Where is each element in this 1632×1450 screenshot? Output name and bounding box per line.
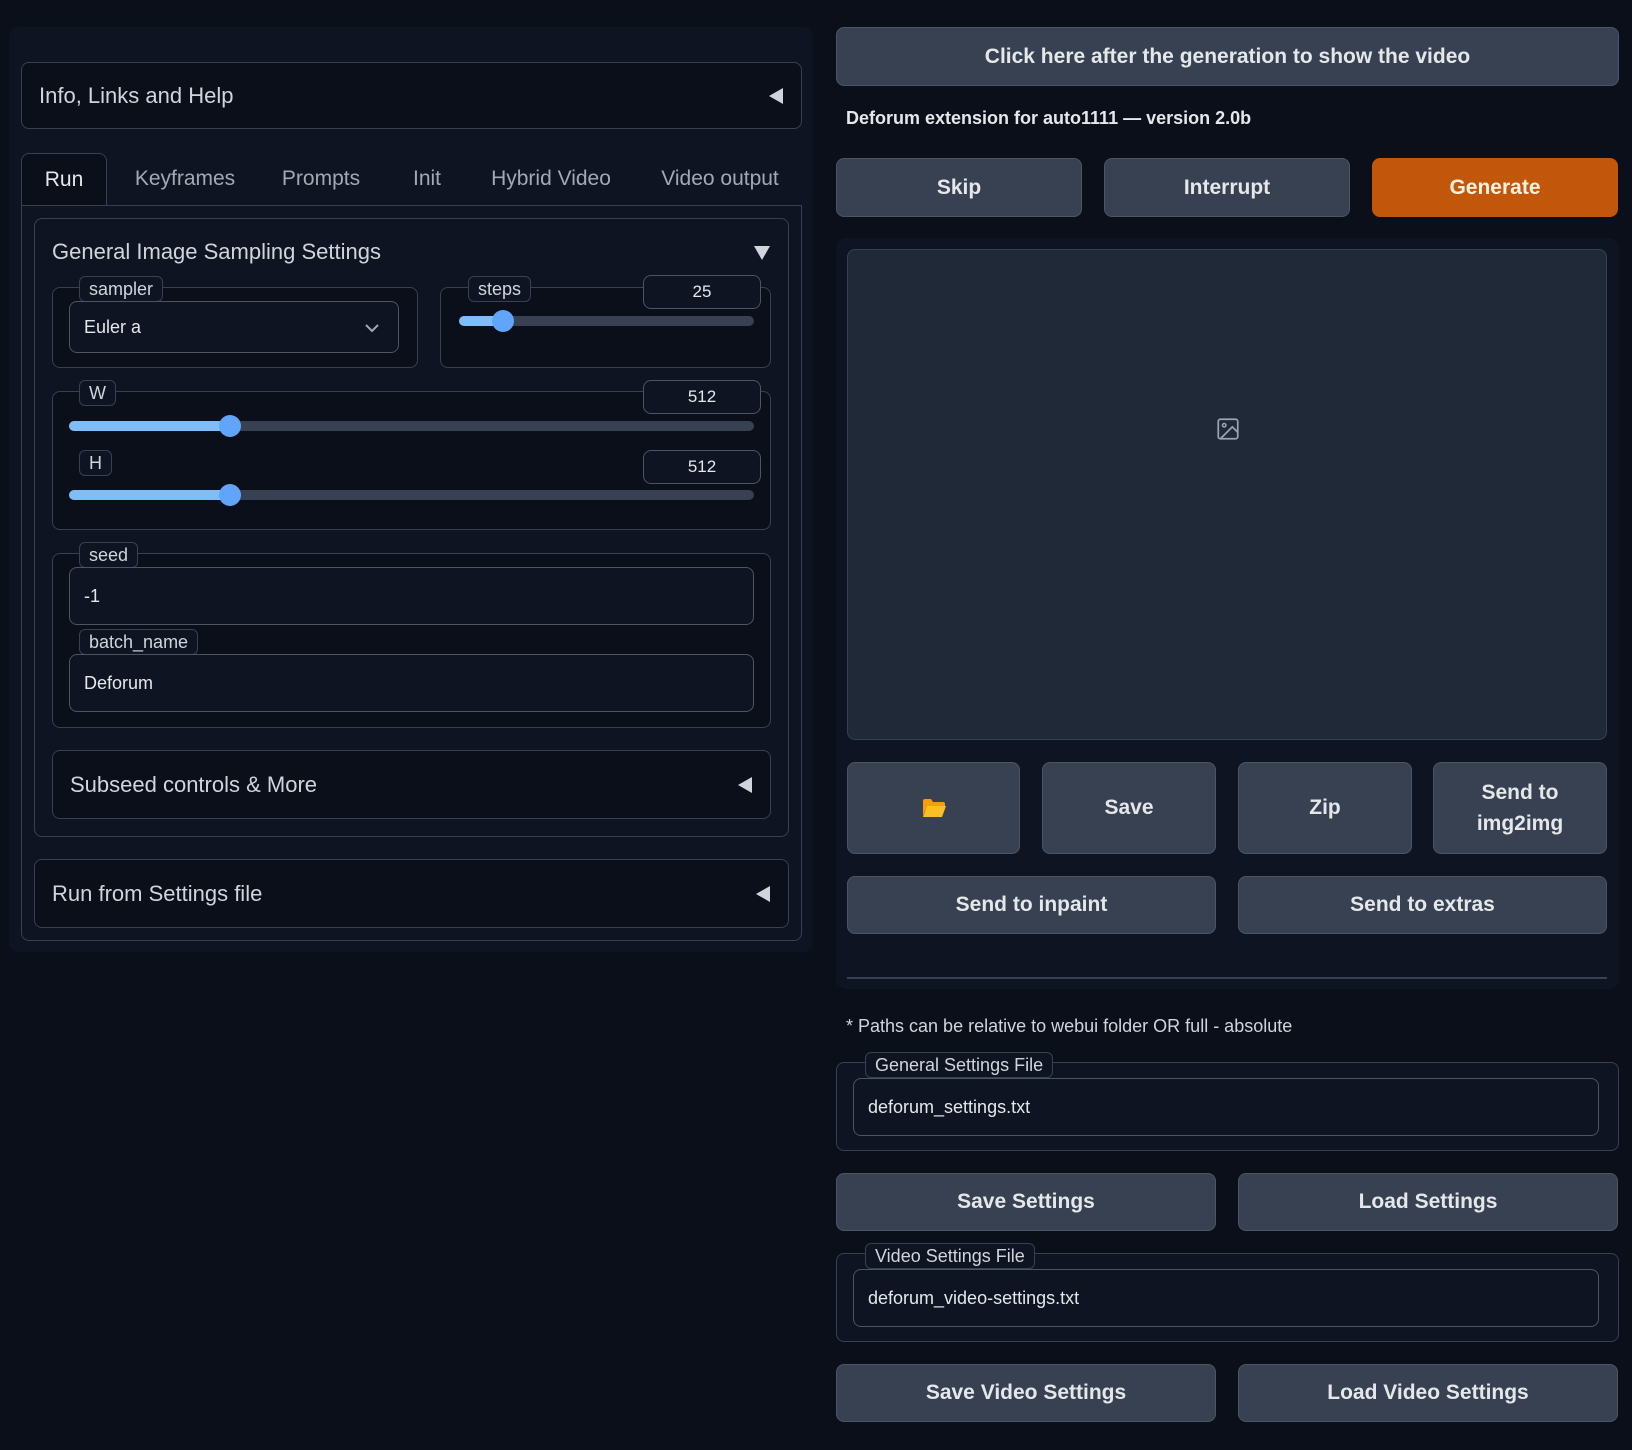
collapse-arrow-icon <box>756 885 770 902</box>
video-settings-file-value: deforum_video-settings.txt <box>868 1287 1080 1308</box>
paths-note: * Paths can be relative to webui folder … <box>846 1016 1293 1036</box>
tab-prompts[interactable]: Prompts <box>271 153 371 205</box>
tab-run[interactable]: Run <box>21 153 107 206</box>
subseed-accordion[interactable]: Subseed controls & More <box>52 750 771 819</box>
tab-video-output[interactable]: Video output <box>645 153 795 205</box>
height-label: H <box>79 450 112 476</box>
batch-name-label: batch_name <box>79 629 199 655</box>
seed-input[interactable]: -1 <box>69 567 754 625</box>
save-button[interactable]: Save <box>1042 762 1216 854</box>
chevron-down-icon <box>365 324 379 333</box>
batch-name-value: Deforum <box>84 672 154 693</box>
width-label: W <box>79 380 116 406</box>
tab-init[interactable]: Init <box>399 153 455 205</box>
tab-hybrid-video[interactable]: Hybrid Video <box>481 153 621 205</box>
skip-button[interactable]: Skip <box>836 158 1082 217</box>
seed-label: seed <box>79 542 139 568</box>
steps-slider[interactable] <box>459 310 754 332</box>
load-settings-button[interactable]: Load Settings <box>1238 1173 1618 1231</box>
general-settings-file-label: General Settings File <box>865 1052 1054 1078</box>
collapse-arrow-icon <box>769 87 783 104</box>
sampler-value: Euler a <box>84 316 142 337</box>
general-settings-file-input[interactable]: deforum_settings.txt <box>853 1078 1599 1136</box>
height-number-input[interactable]: 512 <box>643 450 761 484</box>
info-accordion[interactable]: Info, Links and Help <box>21 62 802 129</box>
video-settings-file-input[interactable]: deforum_video-settings.txt <box>853 1269 1599 1327</box>
width-number-input[interactable]: 512 <box>643 380 761 414</box>
expand-arrow-icon[interactable] <box>754 246 770 260</box>
send-to-inpaint-button[interactable]: Send to inpaint <box>847 876 1216 934</box>
open-folder-button[interactable] <box>847 762 1020 854</box>
run-from-settings-label: Run from Settings file <box>52 880 263 906</box>
show-video-button[interactable]: Click here after the generation to show … <box>836 27 1619 86</box>
run-from-settings-accordion[interactable]: Run from Settings file <box>34 859 789 928</box>
sampler-label: sampler <box>79 276 164 302</box>
sampler-dropdown[interactable]: Euler a <box>69 301 399 353</box>
version-text: Deforum extension for auto1111 — version… <box>846 108 1252 128</box>
video-settings-file-label: Video Settings File <box>865 1243 1035 1269</box>
save-video-settings-button[interactable]: Save Video Settings <box>836 1364 1216 1422</box>
tab-keyframes[interactable]: Keyframes <box>125 153 245 205</box>
interrupt-button[interactable]: Interrupt <box>1104 158 1350 217</box>
send-to-extras-button[interactable]: Send to extras <box>1238 876 1607 934</box>
general-settings-file-value: deforum_settings.txt <box>868 1096 1031 1117</box>
load-video-settings-button[interactable]: Load Video Settings <box>1238 1364 1618 1422</box>
info-accordion-label: Info, Links and Help <box>39 82 234 108</box>
zip-button[interactable]: Zip <box>1238 762 1412 854</box>
width-slider-fill <box>69 421 230 431</box>
batch-name-input[interactable]: Deforum <box>69 654 754 712</box>
width-slider[interactable] <box>69 415 754 437</box>
seed-value: -1 <box>84 585 101 606</box>
width-slider-thumb[interactable] <box>218 415 241 437</box>
image-preview[interactable] <box>847 249 1607 740</box>
height-slider-fill <box>69 490 230 500</box>
collapse-arrow-icon <box>738 776 752 793</box>
height-slider[interactable] <box>69 484 754 506</box>
image-placeholder-icon <box>1217 418 1239 440</box>
folder-icon <box>922 799 946 817</box>
gallery-divider <box>847 977 1607 979</box>
generate-button[interactable]: Generate <box>1372 158 1618 217</box>
steps-number-input[interactable]: 25 <box>643 275 761 309</box>
general-sampling-title[interactable]: General Image Sampling Settings <box>52 239 381 265</box>
save-settings-button[interactable]: Save Settings <box>836 1173 1216 1231</box>
tab-bar: Run Keyframes Prompts Init Hybrid Video … <box>21 153 802 207</box>
send-to-img2img-button[interactable]: Send to img2img <box>1433 762 1607 854</box>
height-slider-thumb[interactable] <box>218 484 241 506</box>
subseed-accordion-label: Subseed controls & More <box>70 771 318 797</box>
steps-label: steps <box>468 276 532 302</box>
